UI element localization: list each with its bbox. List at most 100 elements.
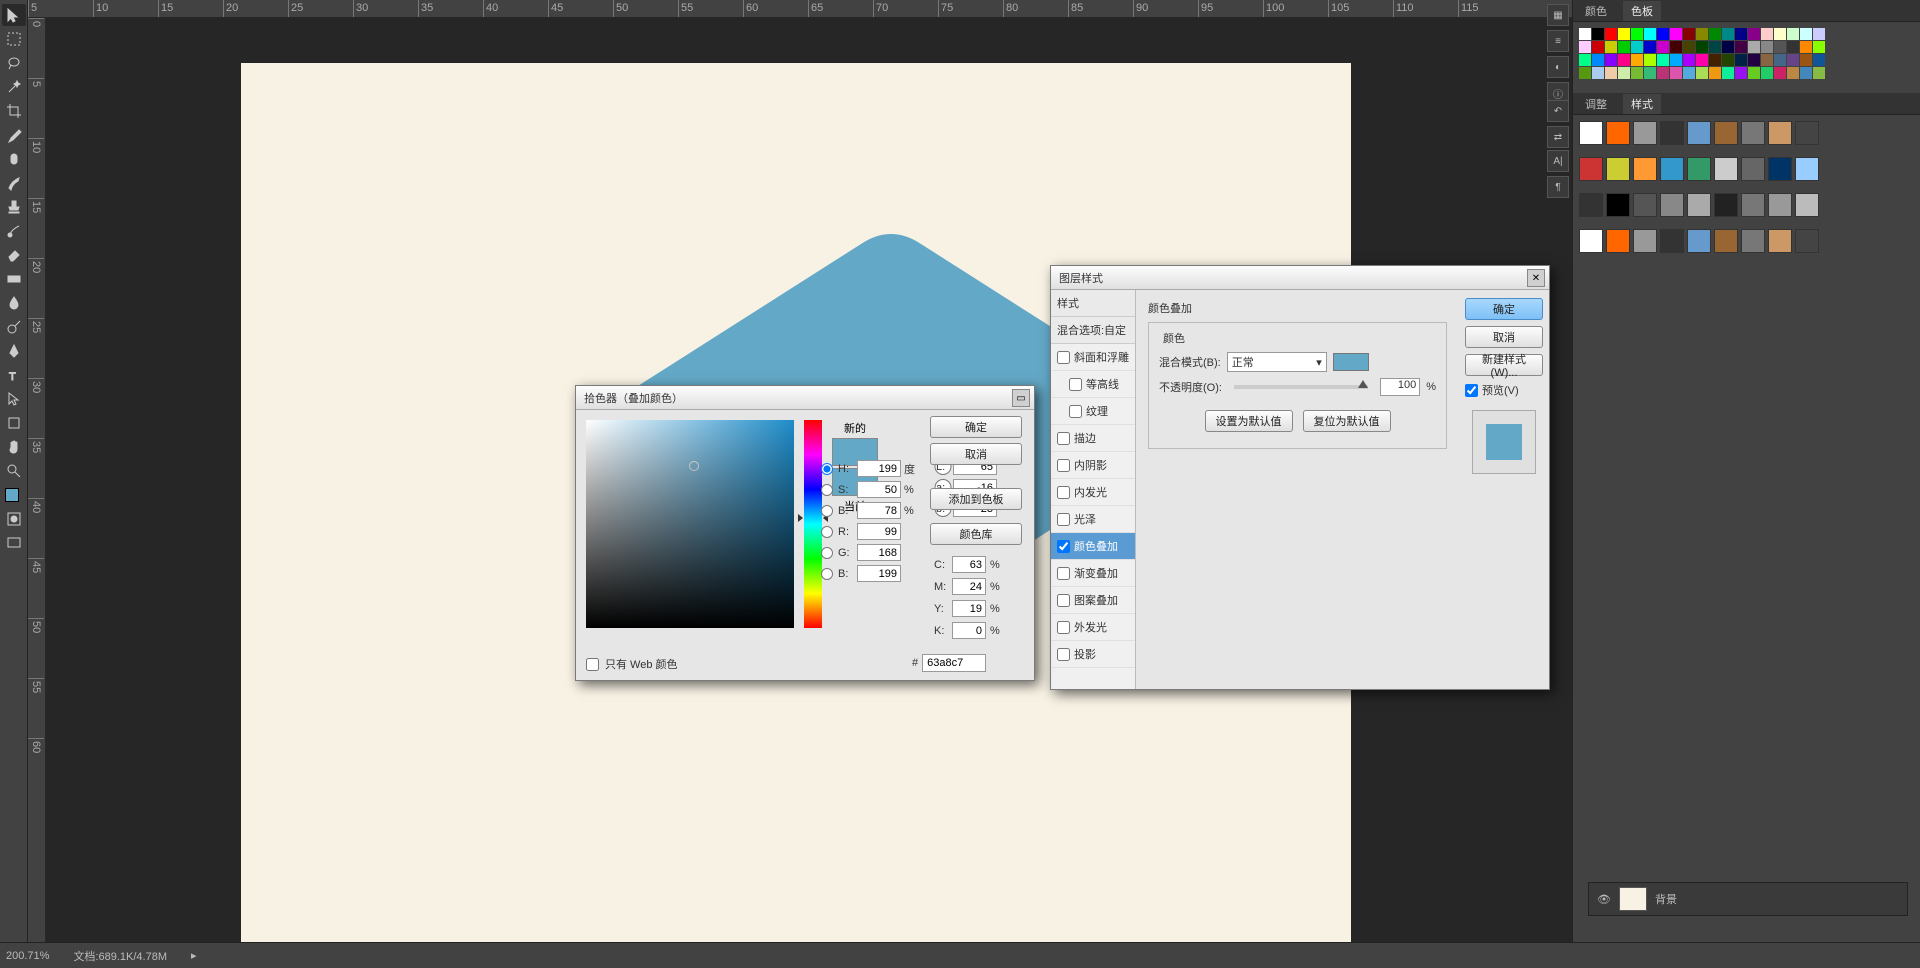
input-c[interactable] bbox=[952, 556, 986, 573]
cp-close-icon[interactable]: ▭ bbox=[1012, 389, 1030, 407]
ok-button[interactable]: 确定 bbox=[1465, 298, 1543, 320]
tool-wand[interactable] bbox=[2, 76, 26, 98]
style-preset[interactable] bbox=[1768, 229, 1792, 253]
tool-screenmode[interactable] bbox=[2, 532, 26, 554]
tool-stamp[interactable] bbox=[2, 196, 26, 218]
fx-color-overlay[interactable]: 颜色叠加 bbox=[1051, 533, 1135, 560]
tool-healing[interactable] bbox=[2, 148, 26, 170]
style-preset[interactable] bbox=[1579, 229, 1603, 253]
swatch[interactable] bbox=[1787, 28, 1799, 40]
cp-cancel-button[interactable]: 取消 bbox=[930, 443, 1022, 465]
swatch[interactable] bbox=[1722, 54, 1734, 66]
style-preset[interactable] bbox=[1714, 229, 1738, 253]
color-lib-button[interactable]: 颜色库 bbox=[930, 523, 1022, 545]
tab-styles[interactable]: 样式 bbox=[1623, 94, 1661, 114]
style-preset[interactable] bbox=[1579, 157, 1603, 181]
style-preset[interactable] bbox=[1660, 229, 1684, 253]
swatch[interactable] bbox=[1618, 67, 1630, 79]
swatch[interactable] bbox=[1722, 67, 1734, 79]
tab-color[interactable]: 颜色 bbox=[1577, 1, 1615, 21]
swatch[interactable] bbox=[1579, 54, 1591, 66]
swatch[interactable] bbox=[1592, 28, 1604, 40]
tool-history-brush[interactable] bbox=[2, 220, 26, 242]
style-preset[interactable] bbox=[1741, 121, 1765, 145]
style-preset[interactable] bbox=[1687, 121, 1711, 145]
overlay-color-swatch[interactable] bbox=[1333, 353, 1369, 371]
blend-mode-select[interactable]: 正常▾ bbox=[1227, 352, 1327, 372]
swatch[interactable] bbox=[1800, 28, 1812, 40]
input-g[interactable] bbox=[857, 544, 901, 561]
cp-ok-button[interactable]: 确定 bbox=[930, 416, 1022, 438]
tool-eyedropper[interactable] bbox=[2, 124, 26, 146]
swatches-grid[interactable] bbox=[1573, 22, 1920, 85]
style-preset[interactable] bbox=[1606, 121, 1630, 145]
swatch[interactable] bbox=[1709, 41, 1721, 53]
swatch[interactable] bbox=[1709, 67, 1721, 79]
input-b[interactable] bbox=[857, 502, 901, 519]
style-preset[interactable] bbox=[1660, 121, 1684, 145]
hue-slider[interactable] bbox=[804, 420, 822, 628]
swatch[interactable] bbox=[1735, 28, 1747, 40]
tool-lasso[interactable] bbox=[2, 52, 26, 74]
blending-options[interactable]: 混合选项:自定 bbox=[1051, 317, 1135, 344]
style-preset[interactable] bbox=[1768, 157, 1792, 181]
swatch[interactable] bbox=[1670, 41, 1682, 53]
input-bb[interactable] bbox=[857, 565, 901, 582]
swatch[interactable] bbox=[1605, 41, 1617, 53]
tool-pen[interactable] bbox=[2, 340, 26, 362]
zoom-level[interactable]: 200.71% bbox=[6, 950, 49, 962]
set-default-button[interactable]: 设置为默认值 bbox=[1205, 410, 1293, 432]
swatch[interactable] bbox=[1683, 28, 1695, 40]
cp-title-bar[interactable]: 拾色器（叠加颜色） bbox=[576, 386, 1034, 410]
tool-crop[interactable] bbox=[2, 100, 26, 122]
panel-icon-swatches[interactable]: ▦ bbox=[1547, 4, 1569, 26]
radio-g[interactable] bbox=[821, 547, 833, 559]
swatch[interactable] bbox=[1631, 28, 1643, 40]
tool-dodge[interactable] bbox=[2, 316, 26, 338]
input-k[interactable] bbox=[952, 622, 986, 639]
preview-checkbox[interactable]: 预览(V) bbox=[1465, 382, 1543, 398]
style-preset[interactable] bbox=[1633, 229, 1657, 253]
swatch[interactable] bbox=[1579, 28, 1591, 40]
swatch[interactable] bbox=[1761, 41, 1773, 53]
tool-eraser[interactable] bbox=[2, 244, 26, 266]
add-swatch-button[interactable]: 添加到色板 bbox=[930, 488, 1022, 510]
input-y[interactable] bbox=[952, 600, 986, 617]
fx-bevel[interactable]: 斜面和浮雕 bbox=[1051, 344, 1135, 371]
swatch[interactable] bbox=[1579, 41, 1591, 53]
swatch[interactable] bbox=[1683, 54, 1695, 66]
swatch[interactable] bbox=[1774, 67, 1786, 79]
fx-inner-shadow[interactable]: 内阴影 bbox=[1051, 452, 1135, 479]
fx-drop-shadow[interactable]: 投影 bbox=[1051, 641, 1135, 668]
style-preset[interactable] bbox=[1795, 229, 1819, 253]
swatch[interactable] bbox=[1774, 54, 1786, 66]
swatch[interactable] bbox=[1657, 67, 1669, 79]
opacity-slider[interactable] bbox=[1234, 385, 1368, 389]
swatch[interactable] bbox=[1592, 67, 1604, 79]
style-preset[interactable] bbox=[1660, 157, 1684, 181]
swatch[interactable] bbox=[1735, 41, 1747, 53]
styles-grid-2[interactable] bbox=[1573, 151, 1920, 187]
color-field[interactable] bbox=[586, 420, 794, 628]
swatch[interactable] bbox=[1696, 67, 1708, 79]
swatch[interactable] bbox=[1696, 54, 1708, 66]
style-preset[interactable] bbox=[1741, 157, 1765, 181]
swatch[interactable] bbox=[1644, 41, 1656, 53]
swatch[interactable] bbox=[1787, 54, 1799, 66]
swatch[interactable] bbox=[1722, 28, 1734, 40]
swatch[interactable] bbox=[1631, 41, 1643, 53]
swatch[interactable] bbox=[1618, 28, 1630, 40]
tab-swatches[interactable]: 色板 bbox=[1623, 1, 1661, 21]
cancel-button[interactable]: 取消 bbox=[1465, 326, 1543, 348]
fx-texture[interactable]: 纹理 bbox=[1051, 398, 1135, 425]
swatch[interactable] bbox=[1800, 67, 1812, 79]
swatch[interactable] bbox=[1644, 54, 1656, 66]
swatch[interactable] bbox=[1657, 41, 1669, 53]
style-preset[interactable] bbox=[1579, 193, 1603, 217]
swatch[interactable] bbox=[1774, 41, 1786, 53]
tool-blur[interactable] bbox=[2, 292, 26, 314]
swatch[interactable] bbox=[1709, 28, 1721, 40]
panel-icon-actions[interactable]: ⇄ bbox=[1547, 126, 1569, 148]
swatch[interactable] bbox=[1748, 67, 1760, 79]
style-preset[interactable] bbox=[1660, 193, 1684, 217]
